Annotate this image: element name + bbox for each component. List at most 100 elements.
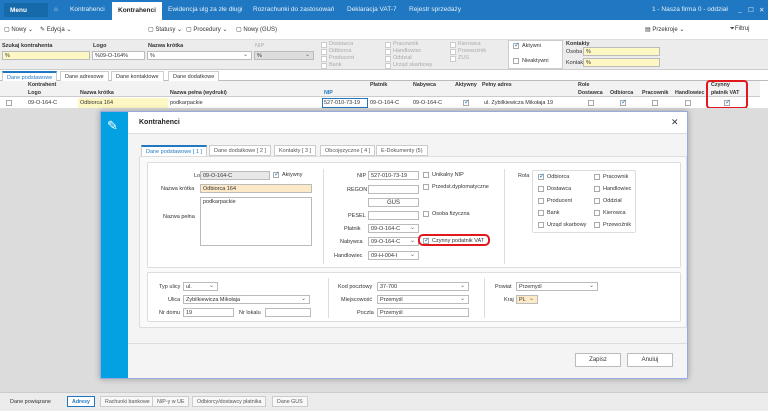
col-address[interactable]: Pełny adres [482, 82, 512, 88]
maximize-icon[interactable]: ☐ [748, 6, 754, 14]
contact-input[interactable]: % [583, 58, 660, 67]
tab-kontrahenci-active[interactable]: Kontrahenci [112, 2, 162, 20]
col-nip[interactable]: NIP [324, 90, 333, 96]
new-gus-button[interactable]: ▢ Nowy (GUS) [236, 26, 277, 33]
filter-role-checkbox[interactable] [385, 42, 391, 48]
col-logo[interactable]: Logo [28, 90, 41, 96]
cell-employee-checkbox[interactable] [652, 100, 658, 106]
gus-button[interactable]: GUS [368, 198, 419, 207]
col-buyer[interactable]: Nabywca [413, 82, 436, 88]
unique-nip-checkbox[interactable] [423, 172, 429, 178]
search-input[interactable]: % [2, 51, 90, 60]
role-checkbox[interactable] [538, 186, 544, 192]
cancel-button[interactable]: Anuluj [627, 353, 673, 367]
related-tab[interactable]: Dane GUS [272, 396, 308, 407]
nip-field[interactable]: 527-010-73-19 [368, 171, 419, 180]
company-selector[interactable]: 1 - Nasza firma 0 - oddział [652, 6, 728, 13]
related-tab[interactable]: Rachunki bankowe [100, 396, 155, 407]
filter-role-checkbox[interactable] [321, 56, 327, 62]
filter-role-checkbox[interactable] [385, 49, 391, 55]
street-select[interactable]: Zybilkiewicza Mikołaja [183, 295, 310, 304]
save-button[interactable]: Zapisz [575, 353, 621, 367]
related-tab[interactable]: Odbiorcy/dostawcy płatnika [192, 396, 267, 407]
tab-dane-podstawowe[interactable]: Dane podstawowe [2, 71, 58, 81]
payer-select[interactable]: 09-O-164-C [368, 224, 419, 233]
related-tab[interactable]: Adresy [67, 396, 95, 407]
post-field[interactable]: Przemyśl [377, 308, 469, 317]
role-checkbox[interactable] [594, 210, 600, 216]
new-button[interactable]: ▢ Nowy ⌄ [4, 26, 33, 33]
procedures-button[interactable]: ▢ Procedury ⌄ [186, 26, 227, 33]
tab-rozrachunki[interactable]: Rozrachunki do zastosowań [253, 6, 334, 13]
role-checkbox[interactable] [594, 222, 600, 228]
full-name-field[interactable]: podkarpackie [200, 197, 312, 246]
filter-button[interactable]: ⏷Filtruj [730, 26, 749, 33]
role-checkbox[interactable] [538, 222, 544, 228]
edit-button[interactable]: ✎ Edycja ⌄ [40, 26, 71, 33]
tab-dane-adresowe[interactable]: Dane adresowe [60, 71, 109, 81]
logo-field[interactable]: 09-O-164-C [200, 171, 270, 180]
filter-role-checkbox[interactable] [450, 42, 456, 48]
filter-role-checkbox[interactable] [450, 56, 456, 62]
col-short-name[interactable]: Nazwa krótka [80, 90, 114, 96]
tab-dane-dodatkowe[interactable]: Dane dodatkowe [168, 71, 220, 81]
tab-vat7[interactable]: Deklaracja VAT-7 [347, 6, 397, 13]
col-supplier[interactable]: Dostawca [578, 90, 603, 96]
filter-role-checkbox[interactable] [385, 63, 391, 69]
dialog-tab-4[interactable]: Obcojęzyczne [ 4 ] [320, 145, 376, 156]
filter-role-checkbox[interactable] [321, 63, 327, 69]
pesel-field[interactable] [368, 211, 419, 220]
menu-button[interactable]: Menu [4, 3, 48, 17]
home-icon[interactable]: ⌂ [54, 6, 58, 13]
filter-role-checkbox[interactable] [450, 49, 456, 55]
nip-filter[interactable]: % [254, 51, 314, 60]
statuses-button[interactable]: ▢ Statusy ⌄ [148, 26, 182, 33]
tab-rejestr[interactable]: Rejestr sprzedaży [409, 6, 461, 13]
related-tab[interactable]: NIP-y w UE [152, 396, 190, 407]
cell-recipient-checkbox[interactable] [620, 98, 627, 106]
role-checkbox[interactable] [538, 172, 545, 180]
tab-ewidencja[interactable]: Ewidencja ulg za złe długi [168, 6, 242, 13]
active-checkbox[interactable] [513, 41, 520, 49]
dialog-tab-1[interactable]: Dane podstawowe [ 1 ] [141, 145, 207, 156]
cell-nip[interactable]: 527-010-73-19 [322, 98, 368, 108]
trader-select[interactable]: 09-H-004-I [368, 251, 419, 260]
tab-kontrahenci-1[interactable]: Kontrahenci [70, 6, 105, 13]
logo-filter-input[interactable]: %09-O-164% [92, 51, 145, 60]
natural-person-checkbox[interactable] [423, 211, 429, 217]
close-icon[interactable]: ✕ [759, 6, 764, 14]
dialog-tab-2[interactable]: Dane dodatkowe [ 2 ] [209, 145, 271, 156]
cell-active-checkbox[interactable] [463, 98, 470, 106]
dialog-tab-3[interactable]: Kontakty [ 3 ] [274, 145, 317, 156]
col-active[interactable]: Aktywny [455, 82, 477, 88]
cell-trader-checkbox[interactable] [685, 100, 691, 106]
col-employee[interactable]: Pracownik [642, 90, 669, 96]
active-checkbox[interactable] [273, 170, 280, 178]
role-checkbox[interactable] [594, 198, 600, 204]
table-row[interactable]: 09-O-164-C Odbiorca 164 podkarpackie 527… [0, 98, 760, 108]
col-trader[interactable]: Handlowiec [675, 90, 704, 96]
cell-supplier-checkbox[interactable] [588, 100, 594, 106]
person-input[interactable]: % [583, 47, 660, 56]
street-type-select[interactable]: ul. [183, 282, 218, 291]
related-data-button[interactable]: Dane powiązane [10, 399, 51, 405]
flat-number-field[interactable] [265, 308, 311, 317]
col-recipient[interactable]: Odbiorca [610, 90, 633, 96]
short-name-field[interactable]: Odbiorca 164 [200, 184, 312, 193]
city-select[interactable]: Przemyśl [377, 295, 469, 304]
inactive-checkbox[interactable] [513, 58, 519, 64]
role-checkbox[interactable] [538, 198, 544, 204]
minimize-icon[interactable]: _ [738, 6, 742, 13]
zip-select[interactable]: 37-700 [377, 282, 469, 291]
dialog-tab-5[interactable]: E-Dokumenty (5) [376, 145, 428, 156]
role-checkbox[interactable] [538, 210, 544, 216]
tab-dane-kontaktowe[interactable]: Dane kontaktowe [111, 71, 164, 81]
col-full-name[interactable]: Nazwa pełna (wydruki) [170, 90, 227, 96]
house-number-field[interactable]: 19 [183, 308, 234, 317]
county-select[interactable]: Przemyśl [516, 282, 598, 291]
role-checkbox[interactable] [594, 186, 600, 192]
short-name-filter[interactable]: % [147, 51, 252, 60]
cell-vat-checkbox[interactable] [724, 98, 731, 106]
filter-role-checkbox[interactable] [321, 49, 327, 55]
dialog-close-icon[interactable]: ✕ [671, 117, 679, 128]
